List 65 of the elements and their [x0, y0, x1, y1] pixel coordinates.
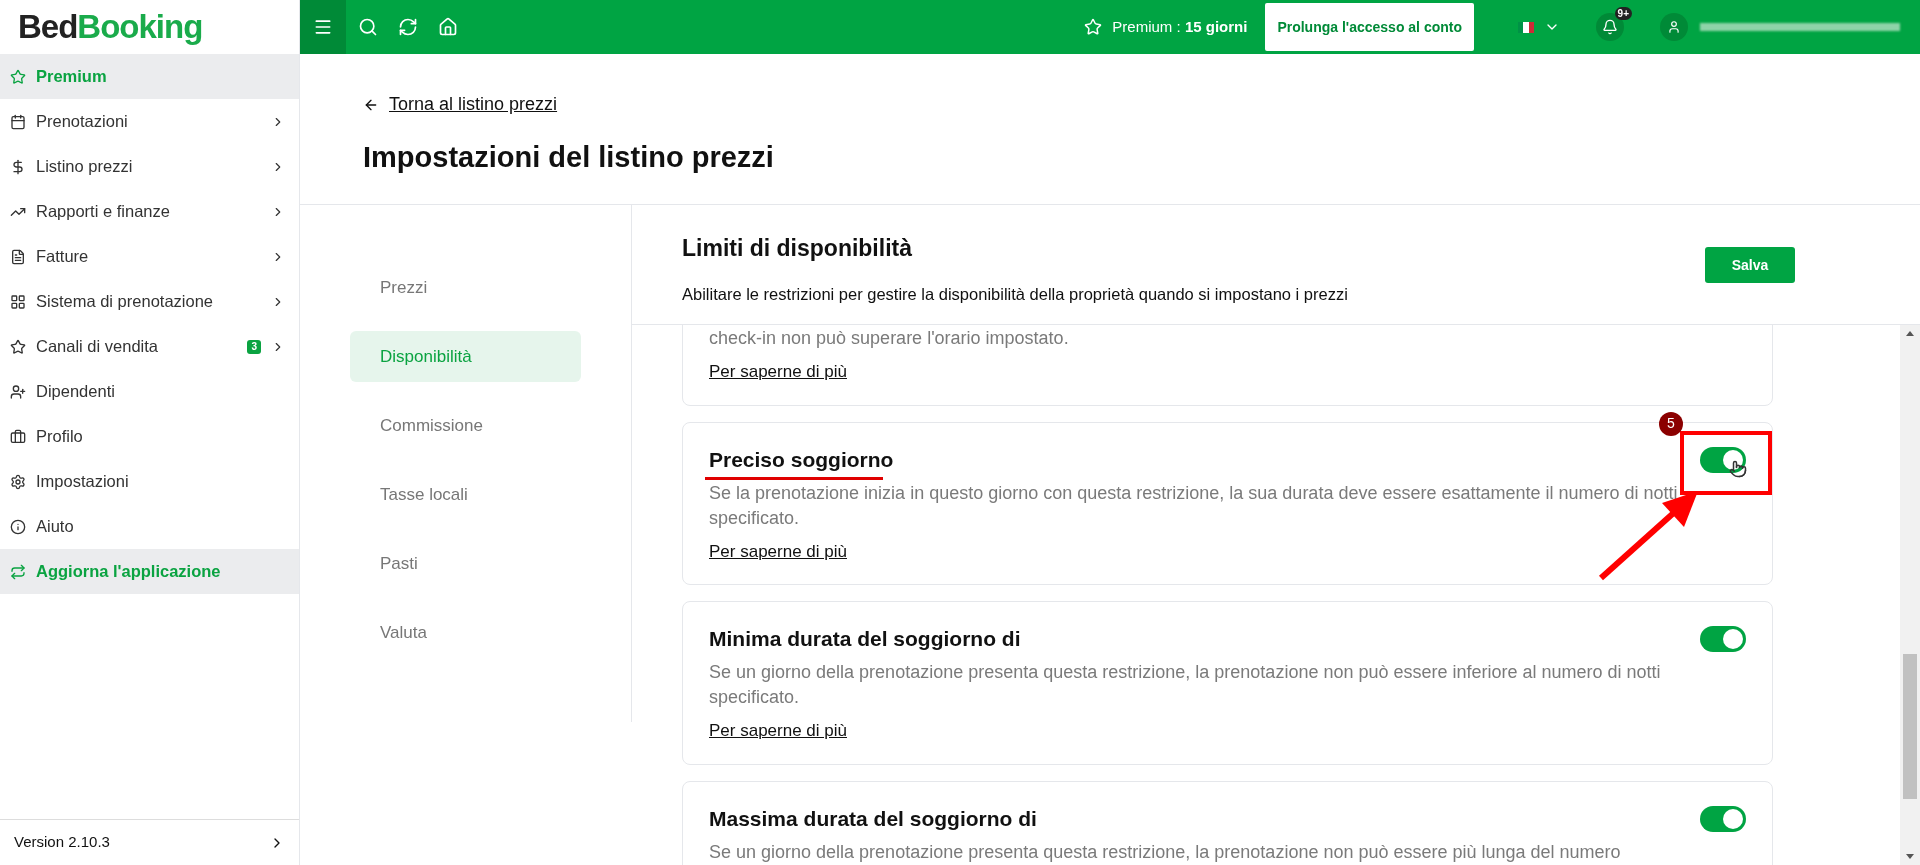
toggle-switch[interactable] [1700, 446, 1746, 473]
menu-icon [313, 17, 333, 37]
card-title: Minima durata del soggiorno di [709, 626, 1021, 653]
card-title: Preciso soggiorno [709, 446, 894, 473]
bell-icon[interactable] [1602, 19, 1618, 35]
toggle-switch[interactable] [1700, 805, 1746, 832]
star-icon [1084, 18, 1103, 36]
star-icon [10, 68, 26, 85]
sidebar-item[interactable]: Rapporti e finanze [0, 189, 299, 234]
notification-badge: 9+ [1614, 7, 1632, 20]
sidebar-item[interactable]: Fatture [0, 234, 299, 279]
home-icon[interactable] [438, 17, 458, 37]
briefcase-icon [10, 428, 26, 445]
user-icon [1667, 20, 1681, 34]
sidebar-item[interactable]: Listino prezzi [0, 144, 299, 189]
card-title: Massima durata del soggiorno di [709, 805, 1037, 832]
calendar-icon [10, 113, 26, 130]
scrollbar-thumb[interactable] [1903, 654, 1917, 799]
star-icon [10, 338, 26, 355]
logo: BedBooking [18, 7, 203, 48]
user-plus-icon [10, 383, 26, 400]
extend-access-button[interactable]: Prolunga l'accesso al conto [1265, 3, 1474, 51]
settings-icon [10, 473, 26, 490]
settings-tab[interactable]: Prezzi [350, 262, 581, 313]
version-label: Version 2.10.3 [14, 832, 110, 853]
settings-tab[interactable]: Pasti [350, 538, 581, 589]
page-title: Impostazioni del listino prezzi [363, 140, 775, 175]
scrollbar[interactable] [1900, 325, 1920, 865]
toggle-switch[interactable] [1700, 626, 1746, 652]
learn-more-link[interactable]: Per saperne di più [709, 538, 847, 564]
step-marker: 5 [1659, 411, 1683, 436]
sidebar-item[interactable]: Profilo [0, 414, 299, 459]
sidebar-item[interactable]: Sistema di prenotazione [0, 279, 299, 324]
menu-button[interactable] [300, 0, 346, 54]
learn-more-link[interactable]: Per saperne di più [709, 359, 847, 385]
settings-tab[interactable]: Commissione [350, 400, 581, 451]
section-subtitle: Abilitare le restrizioni per gestire la disponibilità della proprietà quando si impostano i prezzi [682, 283, 1348, 305]
scroll-down-arrow-icon[interactable] [1906, 854, 1914, 859]
info-icon [10, 518, 26, 535]
settings-tab[interactable]: Valuta [350, 607, 581, 658]
refresh-icon [10, 563, 26, 580]
italian-flag-icon[interactable] [1518, 21, 1534, 33]
sidebar-item[interactable]: Impostazioni [0, 459, 299, 504]
count-badge: 3 [247, 339, 261, 354]
grid-icon [10, 293, 26, 310]
premium-status: Premium : 15 giorni [1112, 16, 1248, 37]
sidebar-item[interactable]: Dipendenti [0, 369, 299, 414]
card-description: check-in non può superare l'orario impostato. [709, 327, 1070, 350]
user-avatar[interactable] [1660, 13, 1688, 41]
card-description: Se la prenotazione inizia in questo giorno con questa restrizione, la sua durata deve essere esattamente il numero di notti specificato. [709, 481, 1679, 530]
sidebar-item[interactable]: Canali di vendita 3 [0, 324, 299, 369]
search-icon[interactable] [358, 17, 378, 37]
settings-tab[interactable]: Tasse locali [350, 469, 581, 520]
document-icon [10, 248, 26, 265]
dollar-icon [10, 158, 26, 175]
back-link[interactable]: Torna al listino prezzi [389, 91, 558, 118]
learn-more-link[interactable]: Per saperne di più [709, 718, 847, 744]
hand-cursor-icon [1729, 458, 1747, 479]
scroll-up-arrow-icon[interactable] [1906, 331, 1914, 336]
card-description: Se un giorno della prenotazione presenta questa restrizione, la prenotazione non può essere inferiore al numero di notti specificato. [709, 661, 1662, 709]
sidebar-item[interactable]: Prenotazioni [0, 99, 299, 144]
section-title: Limiti di disponibilità [682, 234, 913, 263]
card-description: Se un giorno della prenotazione presenta questa restrizione, la prenotazione non può essere più lunga del numero [709, 840, 1622, 864]
refresh-icon[interactable] [398, 17, 418, 37]
sidebar-item[interactable]: Aiuto [0, 504, 299, 549]
